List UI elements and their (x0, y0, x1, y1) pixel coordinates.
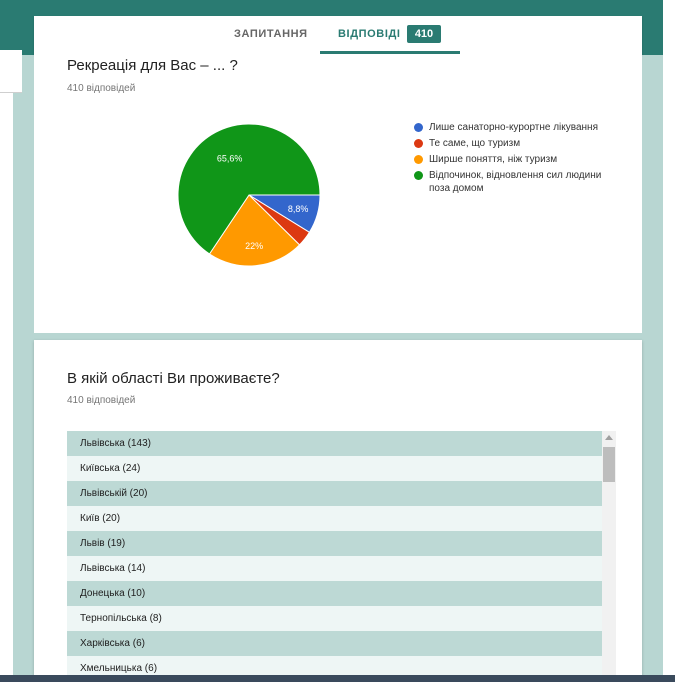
legend-item-1: Те саме, що туризм (414, 137, 624, 150)
question-title: В якій області Ви проживаєте? (67, 370, 280, 387)
taskbar (0, 675, 675, 682)
question-title: Рекреація для Вас – ... ? (67, 57, 238, 74)
legend-item-2: Ширше поняття, ніж туризм (414, 153, 624, 166)
list-scrollbar[interactable] (602, 431, 616, 682)
side-panel-edge (0, 50, 22, 93)
list-item: Донецька (10) (67, 581, 616, 606)
list-item: Харківська (6) (67, 631, 616, 656)
pie-slice-label-2: 22% (245, 241, 263, 251)
legend-color-dot (414, 139, 423, 148)
tab-bar: ЗАПИТАННЯ ВІДПОВІДІ 410 (34, 16, 642, 55)
list-item: Львівська (14) (67, 556, 616, 581)
legend-item-0: Лише санаторно-курортне лікування (414, 121, 624, 134)
question-card-region: В якій області Ви проживаєте? 410 відпов… (34, 340, 642, 682)
list-item: Київська (24) (67, 456, 616, 481)
tab-questions[interactable]: ЗАПИТАННЯ (234, 28, 308, 40)
answers-count-badge: 410 (407, 25, 441, 43)
pie-chart: 8,8% 22% 65,6% (177, 123, 321, 267)
response-count: 410 відповідей (67, 395, 136, 406)
list-item: Тернопільська (8) (67, 606, 616, 631)
response-count: 410 відповідей (67, 83, 136, 94)
legend-label: Відпочинок, відновлення сил людини поза … (429, 170, 602, 194)
question-card-recreation: Рекреація для Вас – ... ? 410 відповідей… (34, 55, 642, 333)
pie-slice-label-3: 65,6% (217, 154, 243, 164)
legend-label: Лише санаторно-курортне лікування (429, 122, 598, 133)
legend-label: Те саме, що туризм (429, 138, 521, 149)
legend-label: Ширше поняття, ніж туризм (429, 154, 558, 165)
active-tab-indicator (320, 51, 460, 54)
scroll-thumb[interactable] (603, 447, 615, 482)
tab-answers[interactable]: ВІДПОВІДІ (338, 28, 401, 40)
legend-color-dot (414, 171, 423, 180)
list-item: Київ (20) (67, 506, 616, 531)
responses-list[interactable]: Львівська (143) Київська (24) Львівській (… (67, 431, 616, 682)
list-item: Львів (19) (67, 531, 616, 556)
list-item: Львівська (143) (67, 431, 616, 456)
scroll-up-arrow-icon[interactable] (605, 435, 613, 440)
chart-legend: Лише санаторно-курортне лікування Те саме… (414, 121, 624, 198)
legend-color-dot (414, 155, 423, 164)
list-item: Львівській (20) (67, 481, 616, 506)
legend-item-3: Відпочинок, відновлення сил людини поза … (414, 169, 624, 195)
legend-color-dot (414, 123, 423, 132)
pie-slice-label-0: 8,8% (288, 204, 309, 214)
